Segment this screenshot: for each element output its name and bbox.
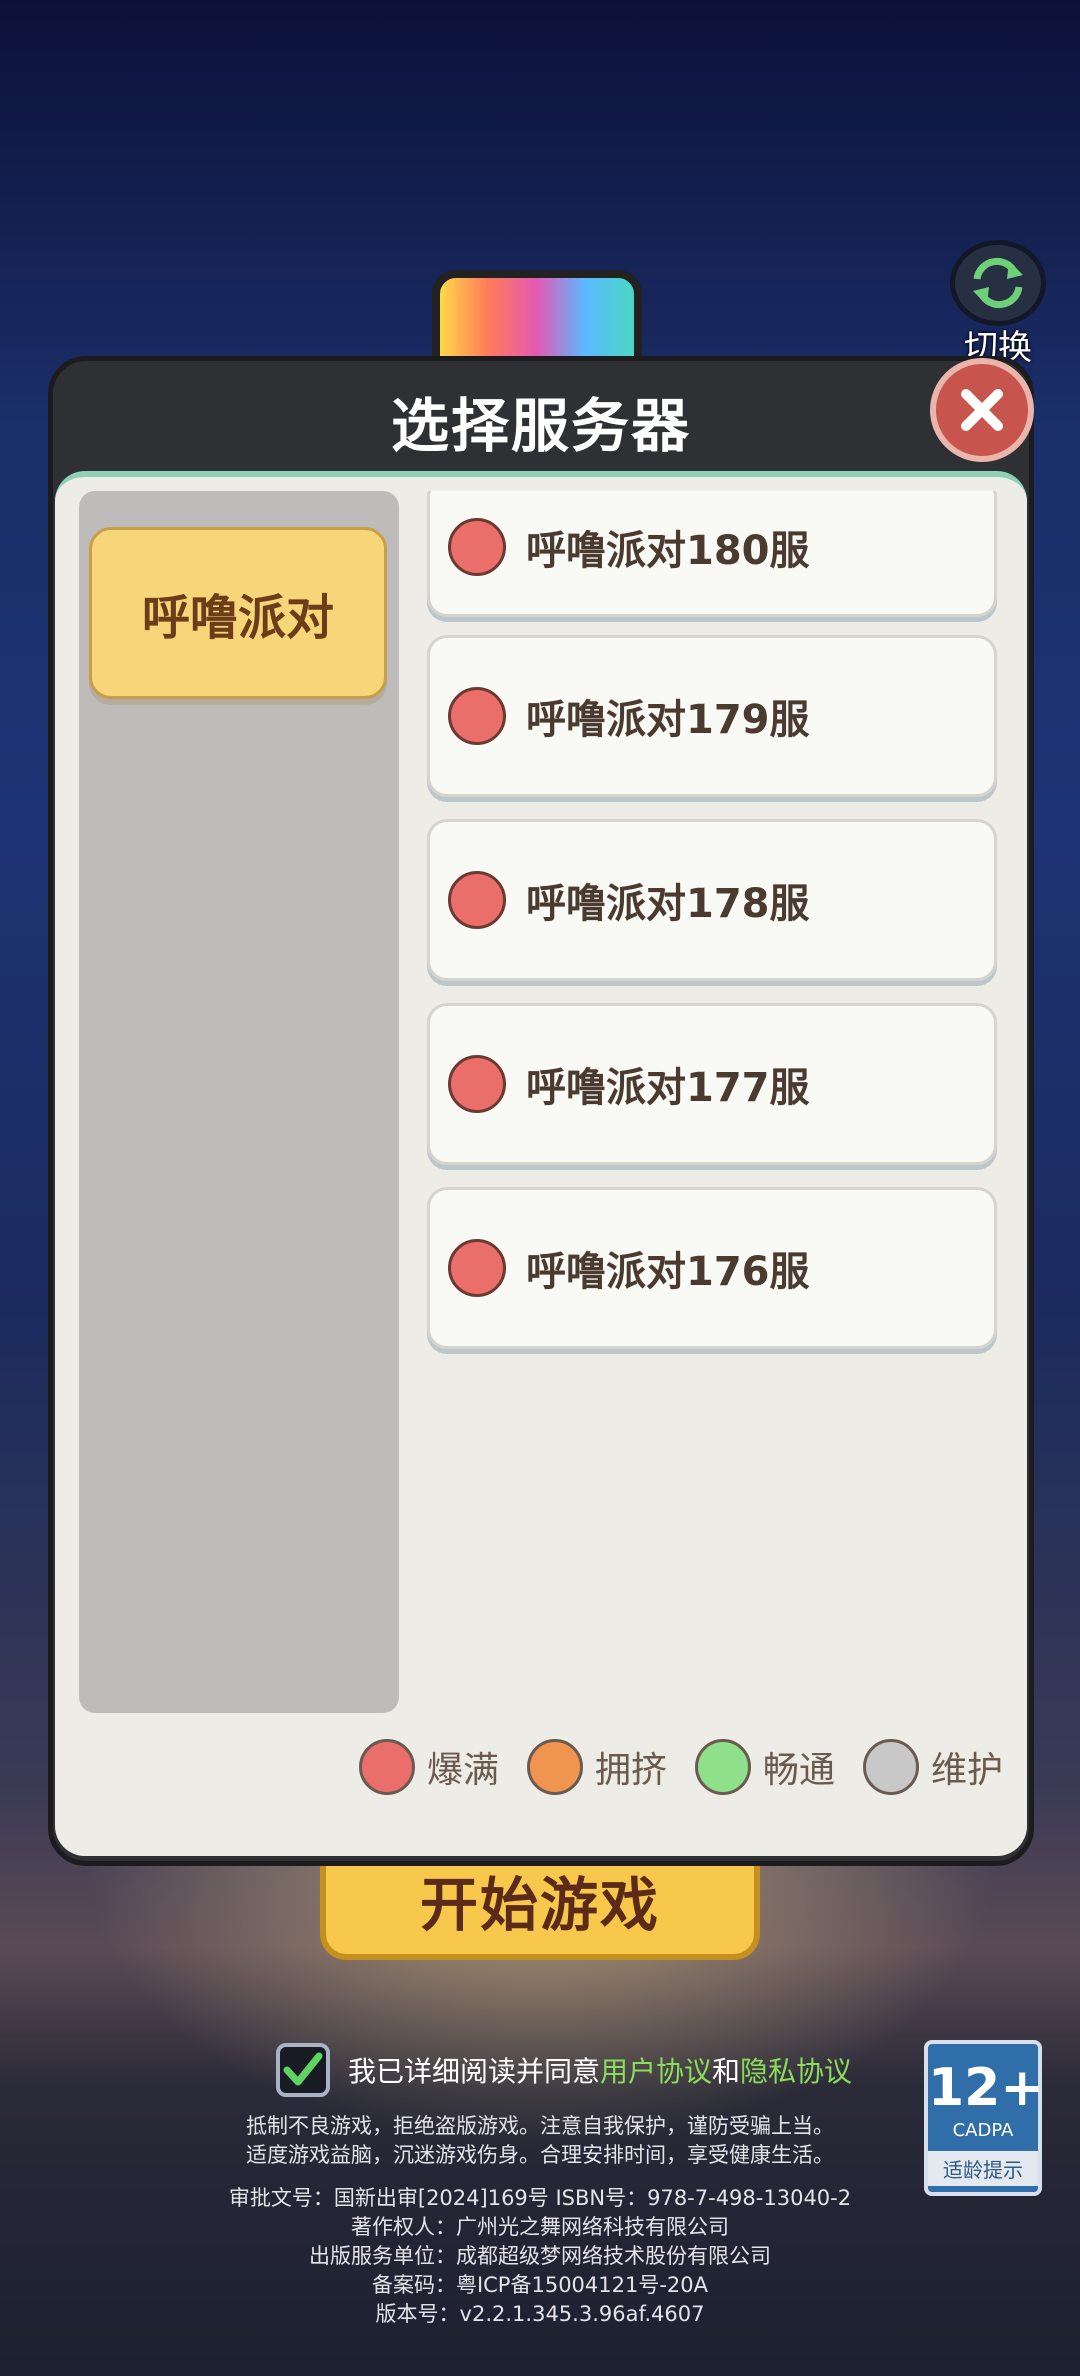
legend-label: 维护 <box>930 1750 1003 1791</box>
check-icon <box>283 2052 323 2086</box>
server-list[interactable]: 呼噜派对180服 呼噜派对179服 呼噜派对178服 呼噜派对177服 呼噜派对… <box>425 491 1001 1713</box>
user-agreement-link[interactable]: 用户协议 <box>600 2050 712 2090</box>
legend-crowded: 拥挤 <box>526 1739 667 1795</box>
refresh-icon <box>950 240 1046 326</box>
publisher: 出版服务单位：成都超级梦网络技术股份有限公司 <box>309 2244 771 2268</box>
health-notice-1: 抵制不良游戏，拒绝盗版游戏。注意自我保护，谨防受骗上当。 <box>246 2114 834 2138</box>
close-button[interactable] <box>930 358 1034 462</box>
age-rating-number: 12+ <box>928 2058 1044 2118</box>
legend-dot-smooth <box>694 1739 751 1795</box>
privacy-agreement-link[interactable]: 隐私协议 <box>740 2050 852 2090</box>
status-full-dot <box>448 871 506 929</box>
health-notice-2: 适度游戏益脑，沉迷游戏伤身。合理安排时间，享受健康生活。 <box>246 2143 834 2167</box>
legend-dot-full <box>358 1739 415 1795</box>
status-full-dot <box>448 518 506 576</box>
server-item[interactable]: 呼噜派对177服 <box>427 1003 997 1165</box>
age-rating-badge[interactable]: 12+ CADPA 适龄提示 <box>924 2040 1044 2196</box>
status-legend: 爆满 拥挤 畅通 维护 <box>331 1739 1003 1795</box>
age-rating-org: CADPA <box>952 2120 1014 2141</box>
legend-label: 爆满 <box>426 1750 499 1791</box>
server-item[interactable]: 呼噜派对176服 <box>427 1187 997 1349</box>
copyright-owner: 著作权人：广州光之舞网络科技有限公司 <box>351 2215 729 2239</box>
server-item[interactable]: 呼噜派对178服 <box>427 819 997 981</box>
switch-button[interactable]: 切换 <box>944 240 1052 368</box>
status-full-dot <box>448 687 506 745</box>
server-name: 呼噜派对178服 <box>526 881 810 927</box>
agreement-checkbox[interactable] <box>276 2043 330 2097</box>
legend-maintenance: 维护 <box>862 1739 1003 1795</box>
legend-dot-maintenance <box>862 1739 919 1795</box>
approval-number: 审批文号：国新出审[2024]169号 ISBN号：978-7-498-1304… <box>228 2186 852 2210</box>
icp-record: 备案码：粤ICP备15004121号-20A <box>371 2273 709 2297</box>
legend-label: 拥挤 <box>594 1750 667 1791</box>
legend-label: 畅通 <box>762 1750 835 1791</box>
server-item[interactable]: 呼噜派对179服 <box>427 635 997 797</box>
close-icon <box>961 389 1003 431</box>
dialog-panel: 呼噜派对 呼噜派对180服 呼噜派对179服 呼噜派对178服 呼噜派对177服… <box>55 471 1027 1856</box>
legend-dot-crowded <box>526 1739 583 1795</box>
agreement-row: 我已详细阅读并同意 用户协议和隐私协议 <box>276 2040 852 2100</box>
age-rating-tip: 适龄提示 <box>928 2151 1038 2186</box>
server-name: 呼噜派对180服 <box>526 528 810 574</box>
agreement-text: 我已详细阅读并同意 <box>348 2055 601 2088</box>
legend-smooth: 畅通 <box>694 1739 835 1795</box>
legend-full: 爆满 <box>358 1739 499 1795</box>
category-sidebar: 呼噜派对 <box>79 491 399 1713</box>
agreement-and: 和 <box>712 2055 741 2088</box>
tab-hulu-party[interactable]: 呼噜派对 <box>89 527 387 699</box>
status-full-dot <box>448 1239 506 1297</box>
server-name: 呼噜派对177服 <box>526 1065 810 1111</box>
server-select-dialog: 选择服务器 呼噜派对 呼噜派对180服 呼噜派对179服 呼噜派对178服 呼噜… <box>48 356 1034 1866</box>
server-name: 呼噜派对176服 <box>526 1249 810 1295</box>
server-name: 呼噜派对179服 <box>526 697 810 743</box>
status-full-dot <box>448 1055 506 1113</box>
server-item[interactable]: 呼噜派对180服 <box>427 491 997 617</box>
dialog-title: 选择服务器 <box>390 392 691 460</box>
version-number: 版本号：v2.2.1.345.3.96af.4607 <box>375 2302 705 2326</box>
